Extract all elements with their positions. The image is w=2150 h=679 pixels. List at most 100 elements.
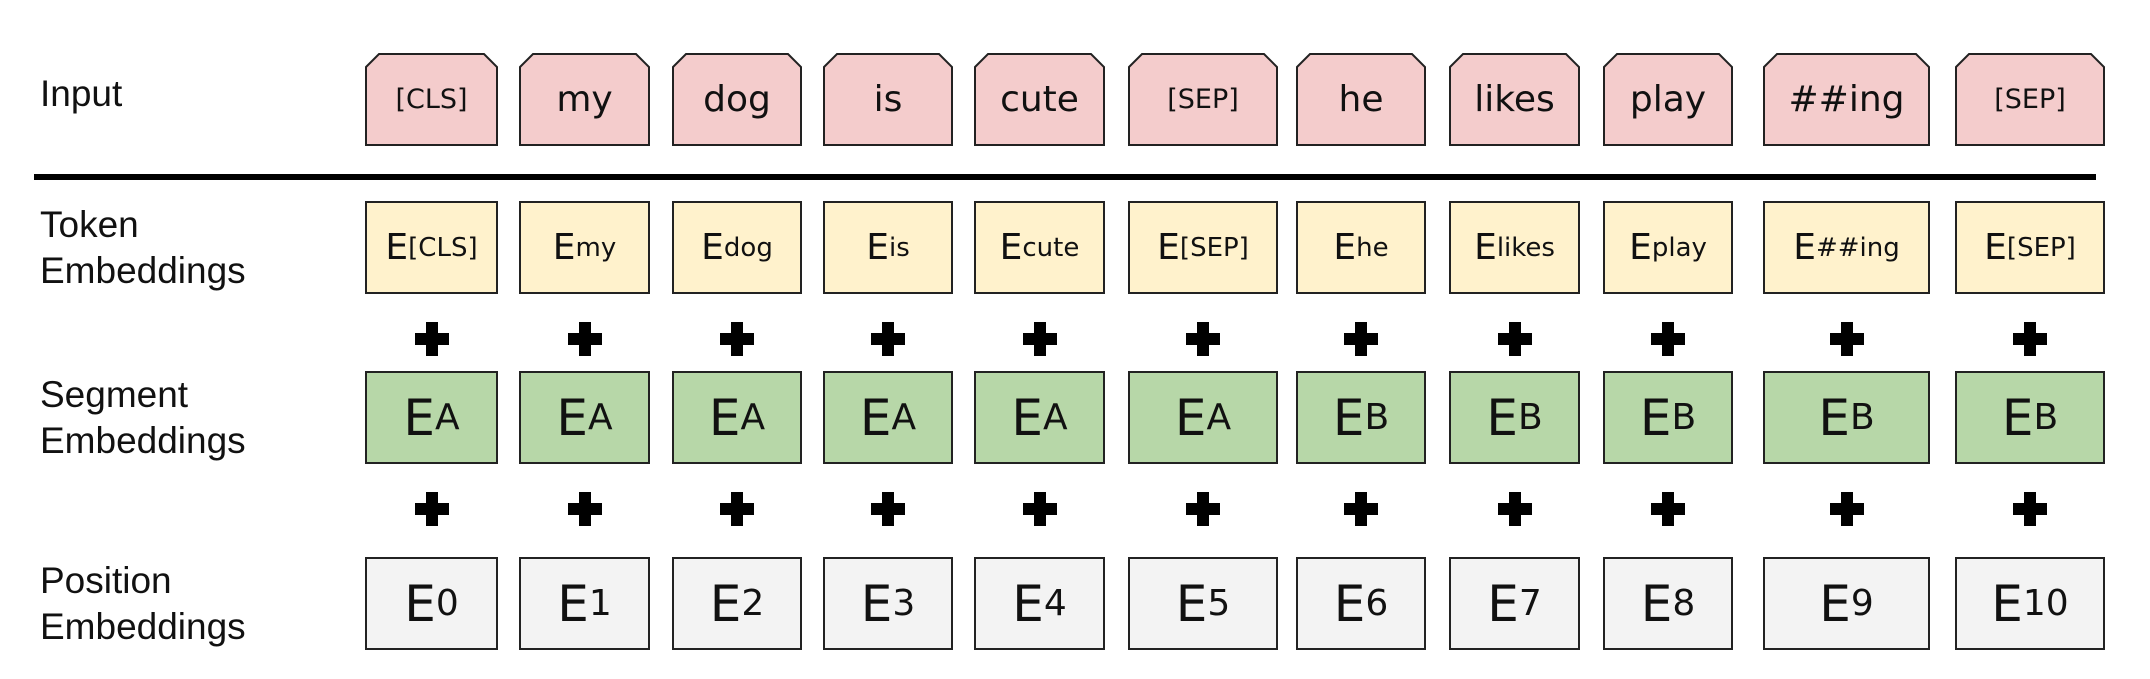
plus-icon bbox=[871, 322, 905, 356]
row-label-token-line2: Embeddings bbox=[40, 250, 246, 291]
input-token-2: dog bbox=[672, 53, 802, 146]
plus-icon bbox=[1651, 492, 1685, 526]
segment-embedding-subscript: A bbox=[434, 397, 460, 438]
position-embedding-4: E4 bbox=[974, 557, 1105, 650]
position-embedding-6: E6 bbox=[1296, 557, 1426, 650]
embedding-symbol: E bbox=[1474, 227, 1497, 268]
segment-embedding-subscript: A bbox=[1042, 397, 1068, 438]
row-label-position-embeddings: Position Embeddings bbox=[40, 558, 246, 650]
token-embedding-1: Emy bbox=[519, 201, 650, 294]
segment-embedding-9: EB bbox=[1763, 371, 1930, 464]
segment-embedding-1: EA bbox=[519, 371, 650, 464]
embedding-symbol: E bbox=[1333, 227, 1357, 268]
position-embedding-1: E1 bbox=[519, 557, 650, 650]
segment-embedding-6: EB bbox=[1296, 371, 1426, 464]
segment-embedding-7: EB bbox=[1449, 371, 1580, 464]
segment-embedding-4: EA bbox=[974, 371, 1105, 464]
position-embedding-2: E2 bbox=[672, 557, 802, 650]
embedding-symbol: E bbox=[1174, 388, 1207, 447]
token-embedding-4: Ecute bbox=[974, 201, 1105, 294]
segment-embedding-subscript: A bbox=[1206, 397, 1232, 438]
row-label-input-text: Input bbox=[40, 73, 123, 114]
position-embedding-subscript: 5 bbox=[1207, 583, 1231, 624]
segment-embedding-subscript: B bbox=[2033, 397, 2059, 438]
embedding-symbol: E bbox=[701, 227, 724, 268]
position-embedding-3: E3 bbox=[823, 557, 953, 650]
embedding-symbol: E bbox=[403, 388, 435, 447]
plus-icon bbox=[1344, 492, 1378, 526]
position-embedding-subscript: 8 bbox=[1672, 583, 1696, 624]
embedding-symbol: E bbox=[1157, 227, 1180, 268]
plus-icon bbox=[2013, 322, 2047, 356]
plus-icon bbox=[2013, 492, 2047, 526]
embedding-symbol: E bbox=[1486, 388, 1518, 447]
input-token-0: [CLS] bbox=[365, 53, 498, 146]
input-token-9: ##ing bbox=[1763, 53, 1930, 146]
segment-embedding-subscript: A bbox=[740, 397, 766, 438]
input-token-8: play bbox=[1603, 53, 1733, 146]
token-embedding-2: Edog bbox=[672, 201, 802, 294]
position-embedding-8: E8 bbox=[1603, 557, 1733, 650]
embedding-symbol: E bbox=[1011, 388, 1043, 447]
position-embedding-subscript: 1 bbox=[588, 583, 612, 624]
embedding-symbol: E bbox=[1175, 574, 1208, 633]
segment-embedding-2: EA bbox=[672, 371, 802, 464]
plus-icon bbox=[1022, 322, 1057, 356]
segment-embedding-10: EB bbox=[1955, 371, 2105, 464]
plus-icon bbox=[567, 322, 602, 356]
row-label-segment-line1: Segment bbox=[40, 374, 189, 415]
embedding-symbol: E bbox=[1818, 388, 1850, 447]
segment-embedding-8: EB bbox=[1603, 371, 1733, 464]
token-embedding-9: E ##ing bbox=[1763, 201, 1930, 294]
embedding-symbol: E bbox=[556, 388, 588, 447]
row-label-token-line1: Token bbox=[40, 204, 139, 245]
embedding-symbol: E bbox=[866, 227, 889, 268]
position-embedding-5: E5 bbox=[1128, 557, 1278, 650]
embedding-symbol: E bbox=[708, 388, 741, 447]
row-label-segment-embeddings: Segment Embeddings bbox=[40, 372, 246, 464]
position-embedding-subscript: 3 bbox=[892, 583, 916, 624]
token-embedding-subscript: my bbox=[575, 232, 617, 263]
segment-embedding-subscript: B bbox=[1671, 397, 1697, 438]
embedding-symbol: E bbox=[709, 574, 742, 633]
embedding-symbol: E bbox=[1984, 227, 2007, 268]
token-embedding-subscript: cute bbox=[1022, 232, 1080, 263]
token-embedding-10: E [SEP] bbox=[1955, 201, 2105, 294]
embedding-symbol: E bbox=[552, 227, 576, 268]
plus-icon bbox=[1829, 322, 1864, 356]
input-token-label: [SEP] bbox=[1167, 84, 1239, 115]
token-embedding-subscript: dog bbox=[723, 232, 773, 263]
position-embedding-9: E9 bbox=[1763, 557, 1930, 650]
plus-icon bbox=[1186, 492, 1220, 526]
embedding-symbol: E bbox=[1332, 388, 1365, 447]
token-embedding-5: E [SEP] bbox=[1128, 201, 1278, 294]
token-embedding-subscript: [SEP] bbox=[1179, 232, 1249, 263]
segment-embedding-subscript: B bbox=[1849, 397, 1875, 438]
row-label-position-line1: Position bbox=[40, 560, 172, 601]
input-token-label: play bbox=[1629, 79, 1707, 120]
token-embedding-0: E [CLS] bbox=[365, 201, 498, 294]
embedding-symbol: E bbox=[859, 388, 892, 447]
segment-embedding-subscript: B bbox=[1517, 397, 1543, 438]
input-token-label: is bbox=[873, 79, 903, 120]
position-embedding-subscript: 6 bbox=[1365, 583, 1389, 624]
input-token-label: [CLS] bbox=[395, 84, 468, 115]
position-embedding-10: E 10 bbox=[1955, 557, 2105, 650]
token-embedding-subscript: likes bbox=[1496, 232, 1555, 263]
token-embedding-8: Eplay bbox=[1603, 201, 1733, 294]
embedding-symbol: E bbox=[1333, 574, 1366, 633]
embedding-symbol: E bbox=[1793, 227, 1816, 268]
input-token-3: is bbox=[823, 53, 953, 146]
input-token-1: my bbox=[519, 53, 650, 146]
divider-line bbox=[34, 174, 2096, 180]
position-embedding-7: E7 bbox=[1449, 557, 1580, 650]
plus-icon bbox=[871, 492, 905, 526]
token-embedding-3: Eis bbox=[823, 201, 953, 294]
position-embedding-0: E0 bbox=[365, 557, 498, 650]
segment-embedding-0: EA bbox=[365, 371, 498, 464]
embedding-symbol: E bbox=[2001, 388, 2034, 447]
token-embedding-subscript: [SEP] bbox=[2006, 232, 2076, 263]
embedding-symbol: E bbox=[557, 574, 589, 633]
plus-icon bbox=[414, 492, 449, 526]
plus-icon bbox=[1344, 322, 1378, 356]
